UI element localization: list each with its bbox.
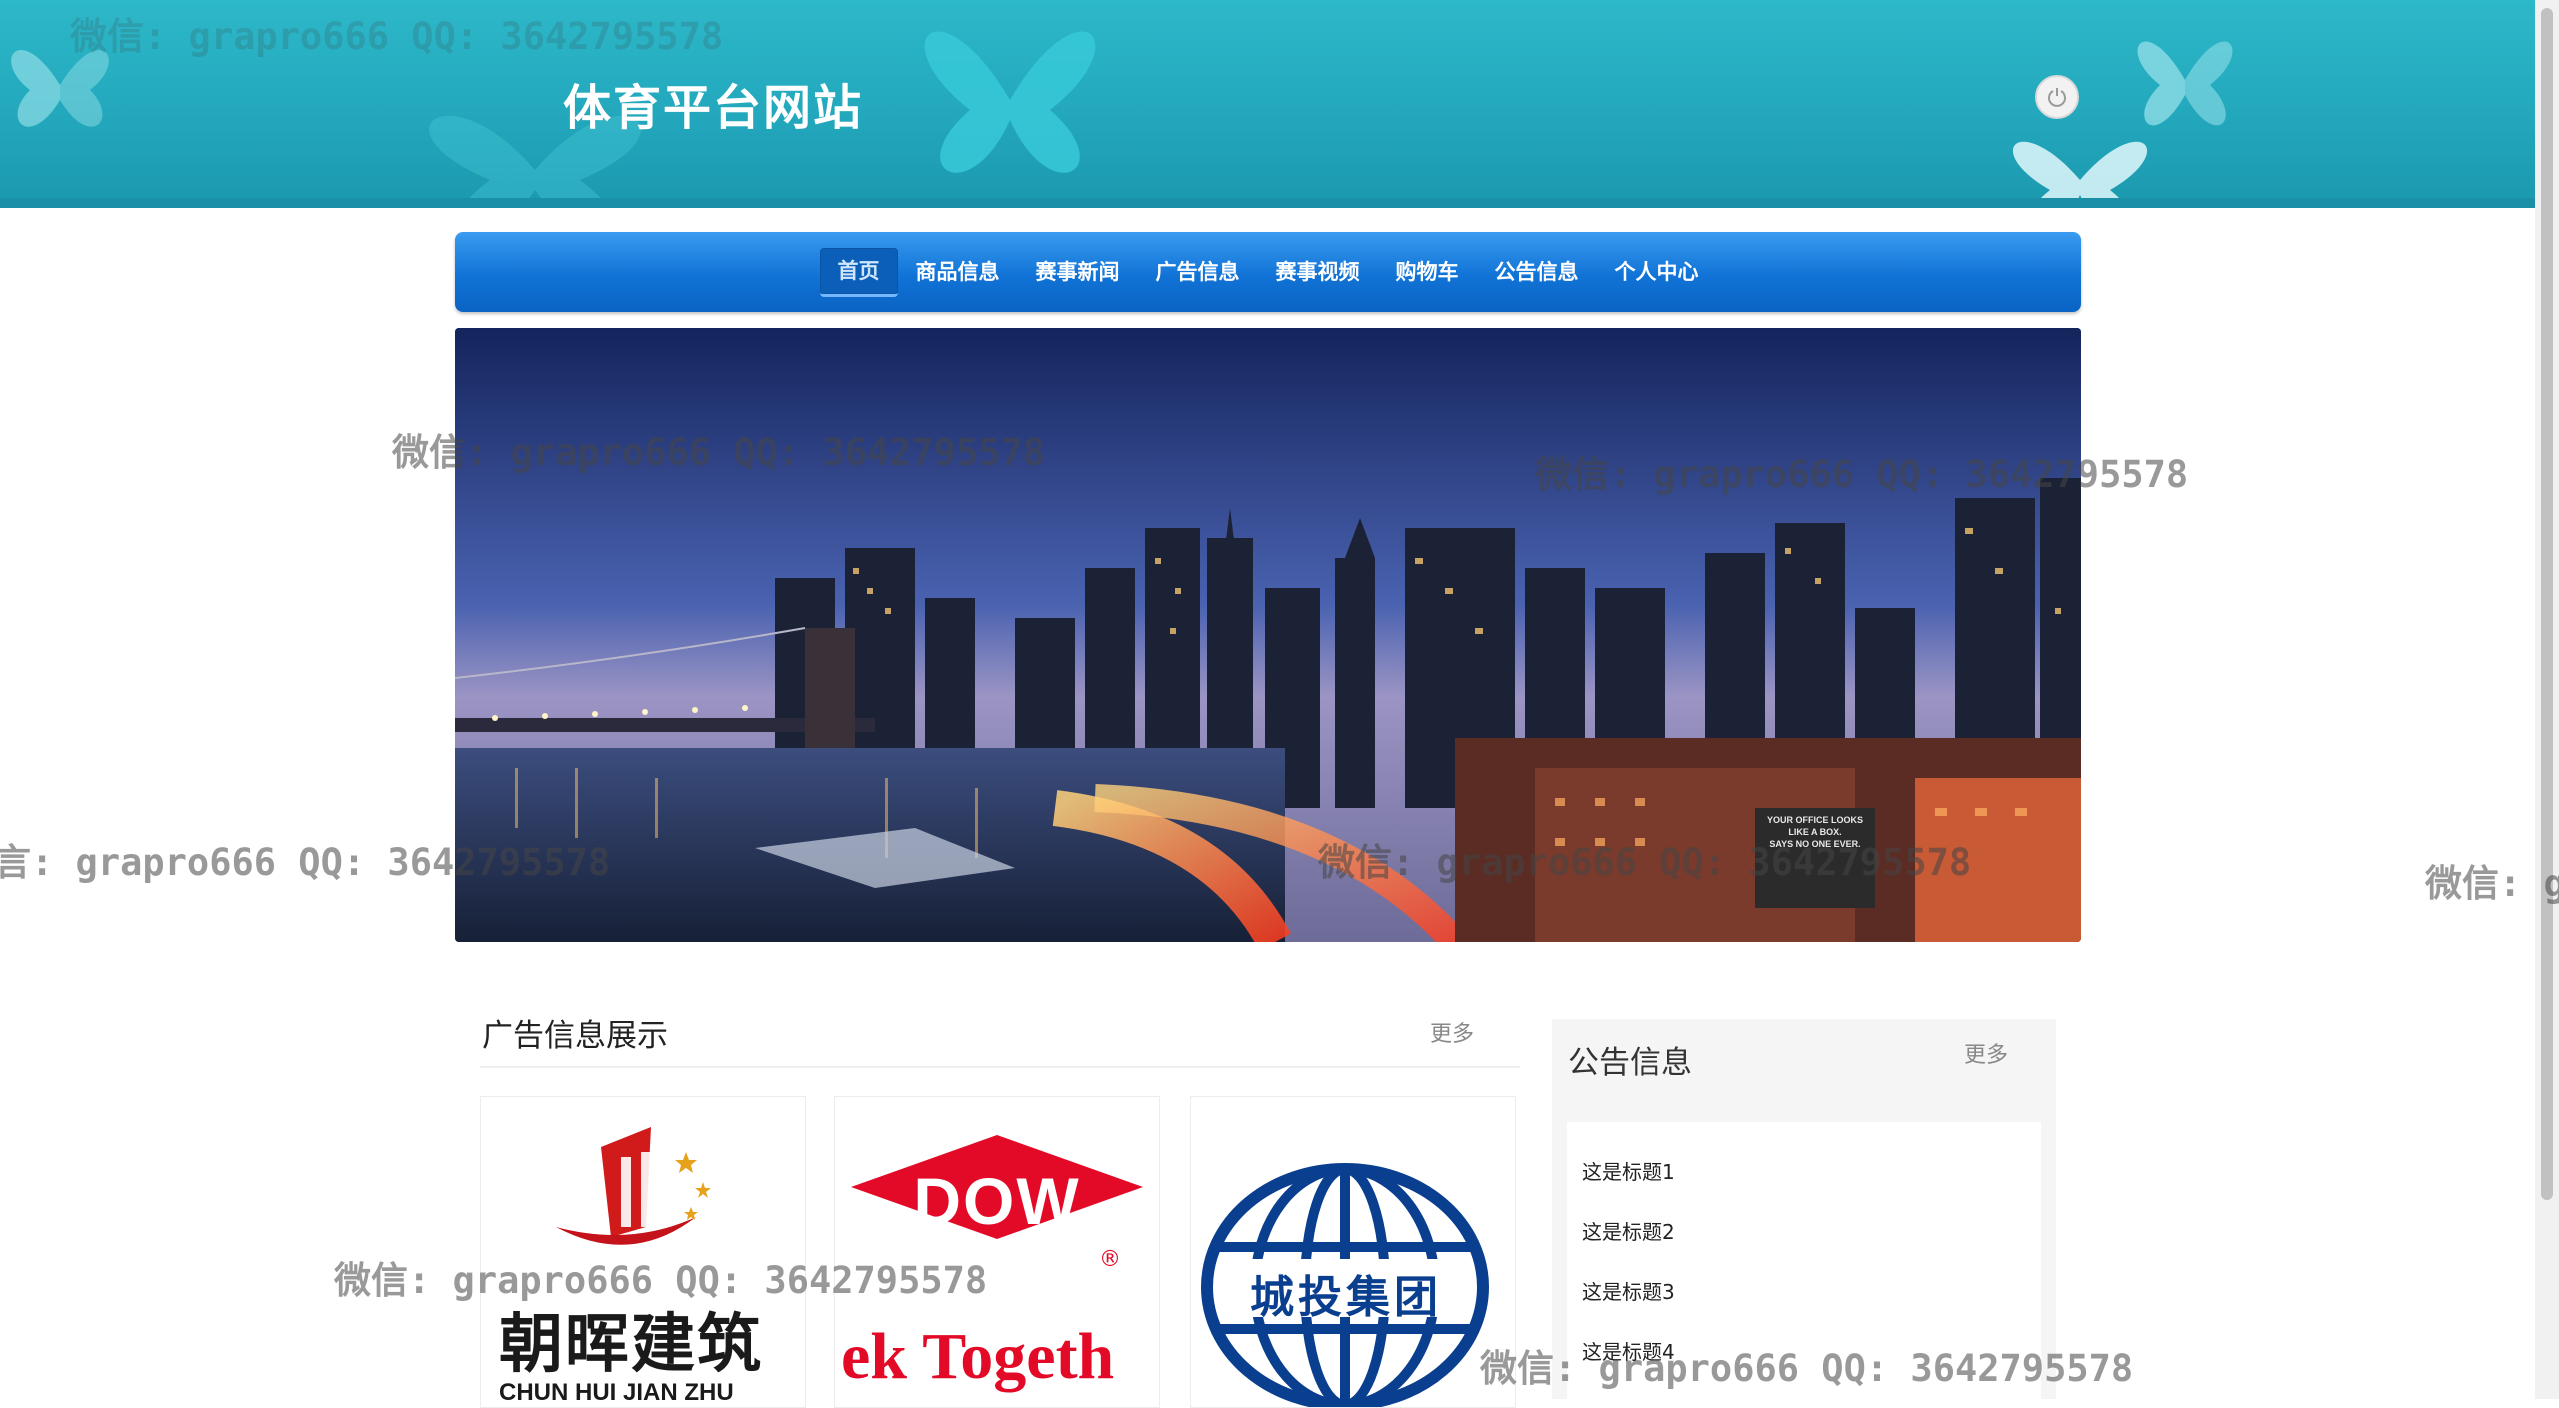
- chengtou-logo-text: 城投集团: [1250, 1272, 1442, 1323]
- nav-item-ads[interactable]: 广告信息: [1138, 249, 1258, 295]
- zhaohui-logo-icon: [556, 1127, 711, 1245]
- notice-more-link[interactable]: 更多: [1964, 1037, 2008, 1069]
- notice-title: 公告信息: [1568, 1045, 1692, 1081]
- billboard-sign-text: YOUR OFFICE LOOKS LIKE A BOX. SAYS NO ON…: [1766, 815, 1863, 849]
- zhaohui-pinyin-text: CHUN HUI JIAN ZHU: [499, 1379, 734, 1406]
- notice-list: 这是标题1 这是标题2 这是标题3 这是标题4: [1567, 1122, 2041, 1399]
- page-scrollbar[interactable]: [2535, 0, 2559, 1399]
- zhaohui-logo-text: 朝晖建筑: [499, 1308, 763, 1382]
- notice-panel: 公告信息 更多 这是标题1 这是标题2 这是标题3 这是标题4: [1552, 1019, 2056, 1399]
- ad-section-title: 广告信息展示: [482, 1018, 668, 1054]
- butterfly-decoration-center: [924, 31, 1096, 173]
- ad-section-header: 广告信息展示 更多: [480, 1000, 1520, 1068]
- power-icon: [2048, 88, 2066, 107]
- site-title: 体育平台网站: [563, 80, 864, 136]
- header-bottom-stripe: [0, 198, 2535, 208]
- chengtou-globe-icon: [1201, 1163, 1489, 1407]
- main-navbar: 首页 商品信息 赛事新闻 广告信息 赛事视频 购物车 公告信息 个人中心: [455, 232, 2081, 312]
- nav-item-notices[interactable]: 公告信息: [1477, 249, 1597, 295]
- ad-card-zhaohui[interactable]: 朝晖建筑 CHUN HUI JIAN ZHU: [480, 1096, 806, 1408]
- butterfly-decoration-bottom-right: [2012, 141, 2148, 208]
- notice-item[interactable]: 这是标题4: [1582, 1336, 1675, 1365]
- ad-card-dow[interactable]: DOW ® ek Togeth: [834, 1096, 1160, 1408]
- notice-item[interactable]: 这是标题3: [1582, 1276, 1675, 1305]
- scrollbar-thumb[interactable]: [2541, 8, 2553, 1200]
- ad-section: 广告信息展示 更多 朝晖建筑 CHUN HUI JIAN ZHU DOW ® e…: [480, 1000, 1520, 1408]
- nav-item-home[interactable]: 首页: [819, 247, 898, 297]
- dow-registered-mark: ®: [1099, 1247, 1121, 1272]
- site-header: 体育平台网站: [0, 0, 2535, 208]
- nav-item-products[interactable]: 商品信息: [898, 249, 1018, 295]
- notice-item[interactable]: 这是标题2: [1582, 1216, 1675, 1245]
- logout-button[interactable]: [2035, 75, 2079, 119]
- notice-item[interactable]: 这是标题1: [1582, 1156, 1675, 1185]
- ad-card-chengtou[interactable]: 城投集团: [1190, 1096, 1516, 1408]
- butterfly-decoration-left: [11, 50, 109, 127]
- dow-slogan-text: ek Togeth: [841, 1320, 1115, 1393]
- ad-more-link[interactable]: 更多: [1430, 1016, 1474, 1048]
- nav-item-cart[interactable]: 购物车: [1378, 249, 1477, 295]
- nav-item-profile[interactable]: 个人中心: [1597, 249, 1717, 295]
- nav-item-match-news[interactable]: 赛事新闻: [1018, 249, 1138, 295]
- dow-logo-text: DOW: [913, 1164, 1081, 1238]
- hero-banner-image[interactable]: YOUR OFFICE LOOKS LIKE A BOX. SAYS NO ON…: [455, 328, 2081, 942]
- nav-item-match-videos[interactable]: 赛事视频: [1258, 249, 1378, 295]
